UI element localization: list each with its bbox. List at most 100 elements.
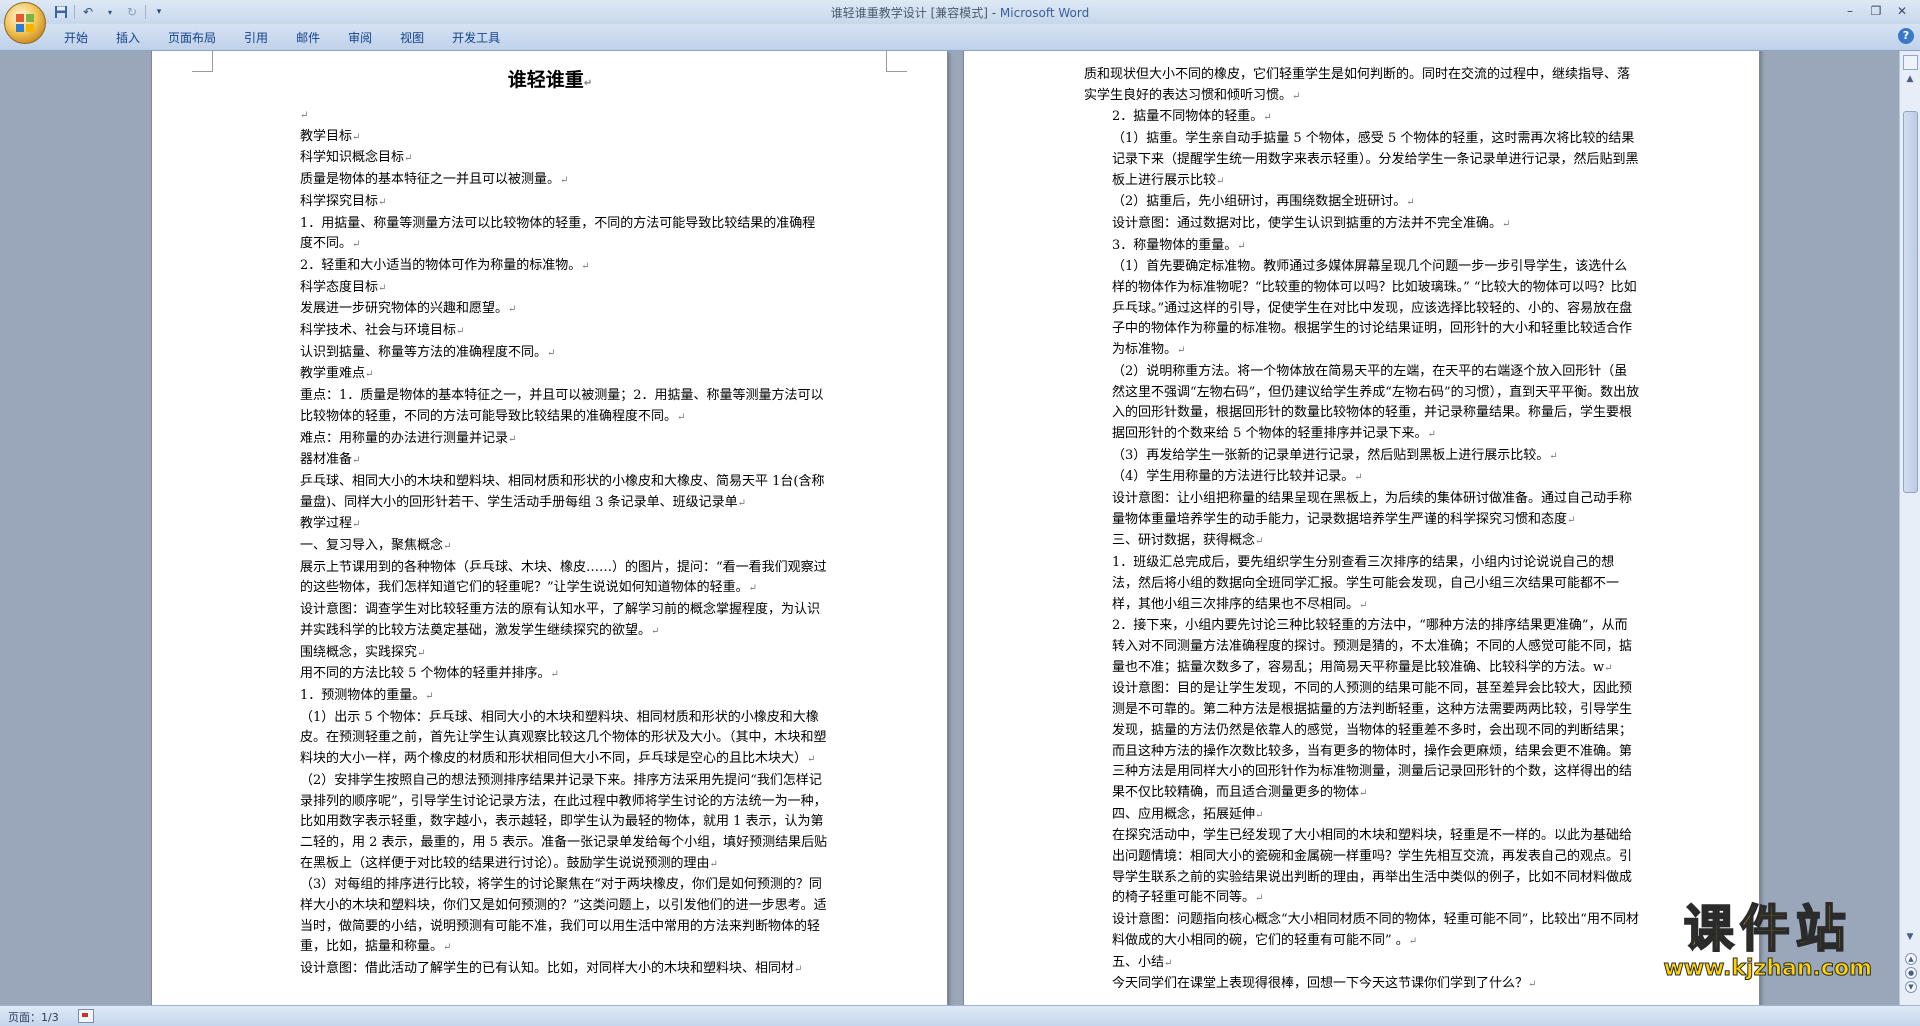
paragraph-mark-icon: ↵: [443, 942, 452, 954]
next-page-icon[interactable]: ▼: [1905, 981, 1917, 993]
paragraph: 三、研讨数据，获得概念↵: [1084, 531, 1640, 553]
tab-developer[interactable]: 开发工具: [438, 29, 514, 47]
paragraph: 1．用掂量、称量等测量方法可以比较物体的轻重，不同的方法可能导致比较结果的准确程…: [272, 214, 828, 256]
paragraph: 教学目标↵: [272, 127, 828, 149]
paragraph-mark-icon: ↵: [378, 282, 387, 294]
paragraph-text: （4）学生用称量的方法进行比较并记录。: [1112, 469, 1355, 485]
paragraph-mark-icon: ↵: [352, 131, 361, 143]
crop-mark: [192, 51, 213, 72]
paragraph-text: （2）掂重后，先小组研讨，再围绕数据全班研讨。: [1112, 194, 1407, 210]
paragraph: 五、小结↵: [1084, 953, 1640, 975]
paragraph-text: 设计意图：问题指向核心概念“大小相同材质不同的物体，轻重可能不同”，比较出“用不…: [1112, 912, 1639, 948]
select-browse-object-icon[interactable]: ●: [1905, 967, 1917, 979]
paragraph-mark-icon: ↵: [1292, 90, 1301, 102]
paragraph-text: 今天同学们在课堂上表现得很棒，回想一下今天这节课你们学到了什么？: [1112, 976, 1529, 992]
paragraph-text: 设计意图：目的是让学生发现，不同的人预测的结果可能不同，甚至差异会比较大，因此预…: [1112, 681, 1633, 800]
paragraph: 质和现状但大小不同的橡皮，它们轻重学生是如何判断的。同时在交流的过程中，继续指导…: [1084, 65, 1640, 107]
paragraph: （1）出示 5 个物体：乒乓球、相同大小的木块和塑料块、相同材质和形状的小橡皮和…: [272, 708, 828, 771]
ribbon-tabs: 开始 插入 页面布局 引用 邮件 审阅 视图 开发工具: [50, 29, 514, 47]
office-logo-icon: [16, 14, 34, 32]
paragraph-mark-icon: ↵: [807, 754, 816, 766]
paragraph-mark-icon: ↵: [550, 669, 559, 681]
paragraph: 科学探究目标↵: [272, 192, 828, 214]
paragraph-mark-icon: ↵: [677, 411, 686, 423]
paragraph-text: 设计意图：调查学生对比较轻重方法的原有认知水平，了解学习前的概念掌握程度，为认识…: [300, 602, 821, 638]
paragraph: 展示上节课用到的各种物体（乒乓球、木块、橡皮……）的图片，提问：“看一看我们观察…: [272, 558, 828, 600]
document-page-1[interactable]: 谁轻谁重↵ ↵ 教学目标↵ 科学知识概念目标↵ 质量是物体的基本特征之一并且可以被测量…: [152, 51, 947, 1005]
paragraph-mark-icon: ↵: [1354, 472, 1363, 484]
vertical-scrollbar[interactable]: ▲ ▼ ▲ ● ▼: [1899, 51, 1920, 1005]
paragraph-mark-icon: ↵: [1567, 514, 1576, 526]
paragraph-mark-icon: ↵: [1359, 787, 1368, 799]
paragraph: （3）对每组的排序进行比较，将学生的讨论聚焦在“对于两块橡皮，你们是如何预测的？…: [272, 875, 828, 959]
paragraph-text: 围绕概念，实践探究: [300, 644, 418, 660]
paragraph: 教学重难点↵: [272, 364, 828, 386]
paragraph-mark-icon: ↵: [456, 326, 465, 338]
paragraph-text: 设计意图：借此活动了解学生的已有认知。比如，对同样大小的木块和塑料块、相同材: [300, 961, 795, 977]
paragraph-text: 2．接下来，小组内要先讨论三种比较轻重的方法中，“哪种方法的排序结果更准确”，从…: [1112, 618, 1633, 675]
previous-page-icon[interactable]: ▲: [1905, 953, 1917, 965]
ribbon-tab-bar: 开始 插入 页面布局 引用 邮件 审阅 视图 开发工具 ?: [0, 24, 1920, 51]
paragraph-mark-icon: ↵: [1528, 979, 1537, 991]
paragraph-text: （2）安排学生按照自己的想法预测排序结果并记录下来。排序方法采用先提问“我们怎样…: [300, 772, 828, 871]
scrollbar-thumb[interactable]: [1903, 111, 1918, 493]
paragraph-mark-icon: ↵: [508, 433, 517, 445]
paragraph-mark-icon: ↵: [1164, 957, 1173, 969]
paragraph: 科学态度目标↵: [272, 278, 828, 300]
paragraph-text: 难点：用称量的办法进行测量并记录: [300, 430, 509, 446]
paragraph: 设计意图：让小组把称量的结果呈现在黑板上，为后续的集体研讨做准备。通过自己动手称…: [1084, 489, 1640, 531]
office-button[interactable]: [4, 2, 46, 44]
paragraph-text: 设计意图：通过数据对比，使学生认识到掂重的方法并不完全准确。: [1112, 215, 1503, 231]
paragraph: （2）安排学生按照自己的想法预测排序结果并记录下来。排序方法采用先提问“我们怎样…: [272, 771, 828, 876]
paragraph: 设计意图：问题指向核心概念“大小相同材质不同的物体，轻重可能不同”，比较出“用不…: [1084, 910, 1640, 952]
document-workspace[interactable]: 谁轻谁重↵ ↵ 教学目标↵ 科学知识概念目标↵ 质量是物体的基本特征之一并且可以被测量…: [0, 51, 1900, 1005]
tab-home[interactable]: 开始: [50, 29, 102, 47]
paragraph: 1．班级汇总完成后，要先组织学生分别查看三次排序的结果，小组内讨论说说自己的想法…: [1084, 553, 1640, 616]
paragraph: （3）再发给学生一张新的记录单进行记录，然后贴到黑板上进行展示比较。↵: [1084, 446, 1640, 468]
paragraph: 科学知识概念目标↵: [272, 148, 828, 170]
paragraph-text: （3）再发给学生一张新的记录单进行记录，然后贴到黑板上进行展示比较。: [1112, 447, 1550, 463]
paragraph-text: （1）出示 5 个物体：乒乓球、相同大小的木块和塑料块、相同材质和形状的小橡皮和…: [300, 709, 827, 767]
document-page-2[interactable]: 质和现状但大小不同的橡皮，它们轻重学生是如何判断的。同时在交流的过程中，继续指导…: [964, 51, 1759, 1005]
paragraph-text: 一、复习导入，聚焦概念: [300, 538, 444, 554]
paragraph-text: 1．预测物体的重量。: [300, 687, 426, 703]
paragraph-text: 重点：1．质量是物体的基本特征之一，并且可以被测量；2．用掂量、称量等测量方法可…: [300, 388, 824, 424]
paragraph: 一、复习导入，聚焦概念↵: [272, 536, 828, 558]
tab-review[interactable]: 审阅: [334, 29, 386, 47]
tab-insert[interactable]: 插入: [102, 29, 154, 47]
status-bar: 页面：1/3: [0, 1005, 1920, 1026]
tab-mailings[interactable]: 邮件: [282, 29, 334, 47]
paragraph-mark-icon: ↵: [417, 647, 426, 659]
paragraph-text: 教学重难点: [300, 366, 366, 382]
window-controls: – ❐ ✕: [1838, 2, 1914, 20]
page-count[interactable]: 页面：1/3: [8, 1009, 59, 1025]
tab-references[interactable]: 引用: [230, 29, 282, 47]
paragraph: （1）首先要确定标准物。教师通过多媒体屏幕呈现几个问题一步一步引导学生，该选什么…: [1084, 257, 1640, 362]
tab-page-layout[interactable]: 页面布局: [154, 29, 230, 47]
paragraph-mark-icon: ↵: [352, 519, 361, 531]
paragraph-text: 器材准备: [300, 452, 353, 468]
paragraph-mark-icon: ↵: [581, 260, 590, 272]
tab-view[interactable]: 视图: [386, 29, 438, 47]
paragraph-mark-icon: ↵: [365, 369, 374, 381]
paragraph-mark-icon: ↵: [709, 858, 718, 870]
help-icon[interactable]: ?: [1898, 28, 1914, 44]
paragraph-text: 展示上节课用到的各种物体（乒乓球、木块、橡皮……）的图片，提问：“看一看我们观察…: [300, 559, 827, 596]
minimize-icon[interactable]: –: [1838, 2, 1862, 20]
paragraph-mark-icon: ↵: [1549, 450, 1558, 462]
scroll-up-icon[interactable]: ▲: [1904, 73, 1916, 85]
close-icon[interactable]: ✕: [1890, 2, 1914, 20]
paragraph: （4）学生用称量的方法进行比较并记录。↵: [1084, 467, 1640, 489]
ruler-toggle-icon[interactable]: [1903, 55, 1918, 70]
paragraph-mark-icon: ↵: [1604, 662, 1613, 674]
scroll-down-icon[interactable]: ▼: [1904, 931, 1916, 943]
paragraph-text: 2．掂量不同物体的轻重。: [1112, 109, 1264, 125]
proofing-icon[interactable]: [78, 1009, 94, 1023]
paragraph-text: 用不同的方法比较 5 个物体的轻重并排序。: [300, 666, 551, 682]
paragraph-mark-icon: ↵: [1255, 893, 1264, 905]
paragraph-text: 五、小结: [1112, 954, 1165, 970]
restore-icon[interactable]: ❐: [1864, 2, 1888, 20]
paragraph-text: 质和现状但大小不同的橡皮，它们轻重学生是如何判断的。同时在交流的过程中，继续指导…: [1084, 67, 1631, 103]
paragraph: （2）掂重后，先小组研讨，再围绕数据全班研讨。↵: [1084, 192, 1640, 214]
paragraph: 乒乓球、相同大小的木块和塑料块、相同材质和形状的小橡皮和大橡皮、简易天平 1台(…: [272, 472, 828, 514]
